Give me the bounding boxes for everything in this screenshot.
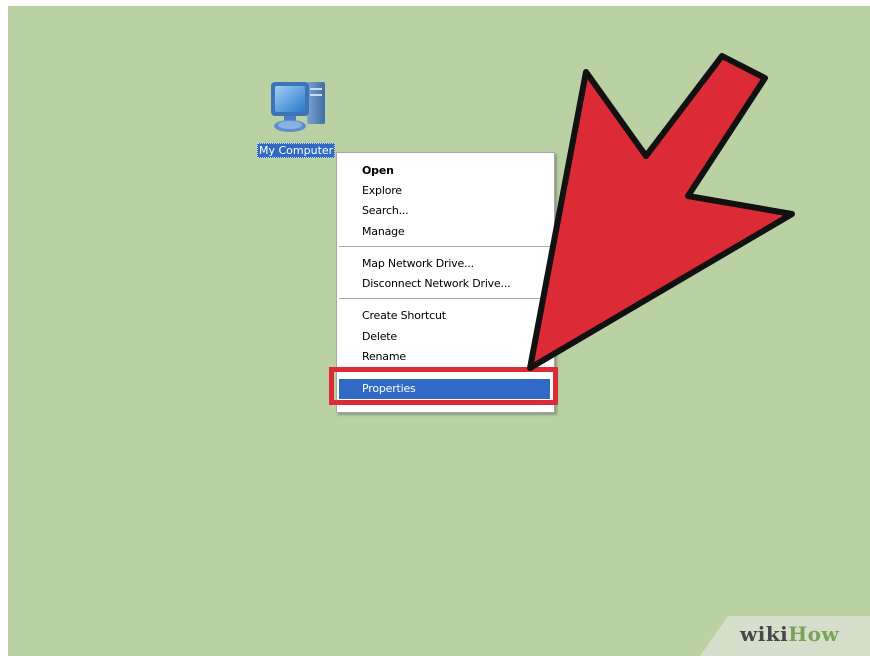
watermark-how: How xyxy=(788,622,840,646)
watermark-wiki: wiki xyxy=(740,622,789,646)
watermark-banner xyxy=(700,616,870,656)
wikihow-watermark: wikiHow xyxy=(740,622,839,646)
